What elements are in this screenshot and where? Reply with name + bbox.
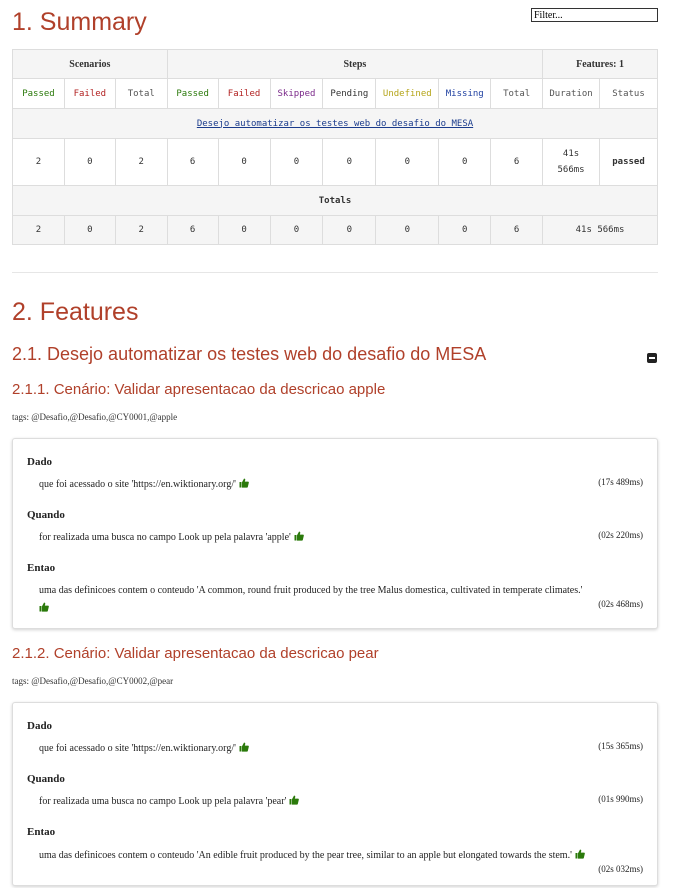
step-keyword: Quando [27,509,65,521]
value-steps-total: 6 [490,138,544,186]
step-keyword: Entao [27,826,56,838]
thumbs-up-icon [239,742,249,752]
step-text: que foi acessado o site 'https://en.wikt… [39,742,249,754]
features-title: 2. Features [12,298,139,326]
header-steps-failed: Failed [217,78,271,109]
total-steps-undefined: 0 [375,215,440,245]
step-text: uma das definicoes contem o conteudo 'A … [39,585,583,596]
step-text: uma das definicoes contem o conteudo 'An… [39,849,585,861]
feature-values-row: 2 0 2 6 0 0 0 0 0 6 41s 566ms passed [12,138,658,186]
feature-link[interactable]: Desejo automatizar os testes web do desa… [197,119,473,129]
scenario-card-apple: Dado que foi acessado o site 'https://en… [12,438,658,629]
scenario-tags-apple: tags: @Desafio,@Desafio,@CY0001,@apple [12,412,178,422]
value-duration-ms: 566ms [557,165,585,175]
summary-table: Scenarios Steps Features: 1 Passed Faile… [12,49,658,245]
header-scenarios-total: Total [114,78,168,109]
header-scenarios-failed: Failed [63,78,116,109]
step-duration: (17s 489ms) [598,477,643,487]
header-steps-passed: Passed [166,78,219,109]
thumbs-up-icon [575,849,585,859]
total-scenarios-passed: 2 [12,215,65,245]
header-duration: Duration [542,78,601,109]
total-scenarios-failed: 0 [63,215,116,245]
header-steps-skipped: Skipped [269,78,324,109]
total-steps-missing: 0 [438,215,492,245]
total-steps-pending: 0 [322,215,377,245]
header-steps-pending: Pending [322,78,377,109]
header-steps-total: Total [490,78,544,109]
value-steps-missing: 0 [438,138,492,186]
step-keyword: Entao [27,562,56,574]
header-steps-undefined: Undefined [375,78,440,109]
filter-input[interactable] [531,8,658,22]
step-duration: (02s 220ms) [598,530,643,540]
scenario-title-pear: 2.1.2. Cenário: Validar apresentacao da … [12,645,379,662]
value-duration: 41s 566ms [542,138,601,186]
step-text: que foi acessado o site 'https://en.wikt… [39,478,249,490]
value-scenarios-total: 2 [114,138,168,186]
step-keyword: Dado [27,720,53,732]
feature-title: 2.1. Desejo automatizar os testes web do… [12,344,487,364]
step-duration: (15s 365ms) [598,741,643,751]
section-divider [12,272,658,273]
value-scenarios-passed: 2 [12,138,65,186]
step-keyword: Dado [27,456,53,468]
total-scenarios-total: 2 [114,215,168,245]
thumbs-up-icon [39,602,49,612]
total-steps-total: 6 [490,215,544,245]
value-duration-seconds: 41s [562,149,580,159]
total-duration: 41s 566ms [542,215,658,245]
total-steps-skipped: 0 [269,215,324,245]
value-steps-undefined: 0 [375,138,440,186]
value-steps-pending: 0 [322,138,377,186]
feature-row: Desejo automatizar os testes web do desa… [12,108,658,139]
header-steps-missing: Missing [438,78,492,109]
value-scenarios-failed: 0 [63,138,116,186]
step-duration: (02s 468ms) [598,599,643,609]
totals-values-row: 2 0 2 6 0 0 0 0 0 6 41s 566ms [12,215,658,245]
thumbs-up-icon [294,531,304,541]
value-steps-failed: 0 [217,138,271,186]
collapse-icon[interactable] [647,353,657,363]
value-steps-passed: 6 [166,138,219,186]
scenario-tags-pear: tags: @Desafio,@Desafio,@CY0002,@pear [12,676,174,686]
scenario-title-apple: 2.1.1. Cenário: Validar apresentacao da … [12,381,386,398]
step-keyword: Quando [27,773,65,785]
step-duration: (01s 990ms) [598,794,643,804]
value-steps-skipped: 0 [269,138,324,186]
step-text: for realizada uma busca no campo Look up… [39,795,300,807]
thumbs-up-icon [239,478,249,488]
steps-group-header: Steps [166,49,544,79]
step-duration: (02s 032ms) [598,864,643,874]
scenario-card-pear: Dado que foi acessado o site 'https://en… [12,702,658,886]
summary-title: 1. Summary [12,8,147,36]
totals-label: Totals [12,185,658,216]
header-status: Status [599,78,658,109]
scenarios-group-header: Scenarios [12,49,168,79]
header-scenarios-passed: Passed [12,78,65,109]
thumbs-up-icon [289,795,300,805]
step-text: for realizada uma busca no campo Look up… [39,531,304,543]
total-steps-passed: 6 [166,215,219,245]
total-steps-failed: 0 [217,215,271,245]
features-group-header: Features: 1 [542,49,658,79]
value-status: passed [599,138,658,186]
